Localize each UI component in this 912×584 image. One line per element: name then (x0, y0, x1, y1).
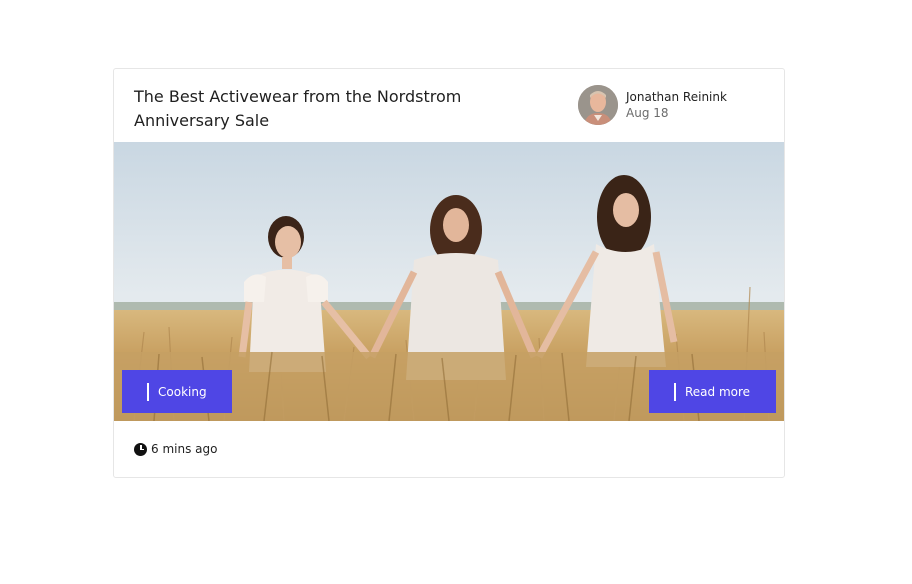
article-hero-image[interactable]: Cooking Read more (114, 142, 784, 421)
time-ago: 6 mins ago (151, 442, 218, 456)
read-more-button[interactable]: Read more (649, 370, 776, 413)
divider-bar-icon (674, 382, 676, 401)
author-avatar[interactable] (578, 85, 618, 125)
card-footer: 6 mins ago (134, 441, 217, 457)
category-button-cooking[interactable]: Cooking (122, 370, 232, 413)
read-more-label: Read more (685, 384, 751, 399)
author-name[interactable]: Jonathan Reinink (626, 90, 727, 104)
card-header: The Best Activewear from the Nordstrom A… (114, 69, 784, 142)
post-date: Aug 18 (626, 106, 669, 120)
article-title[interactable]: The Best Activewear from the Nordstrom A… (134, 85, 534, 133)
article-card: The Best Activewear from the Nordstrom A… (113, 68, 785, 478)
divider-bar-icon (147, 382, 149, 401)
clock-icon (134, 442, 147, 456)
category-label: Cooking (158, 384, 207, 399)
